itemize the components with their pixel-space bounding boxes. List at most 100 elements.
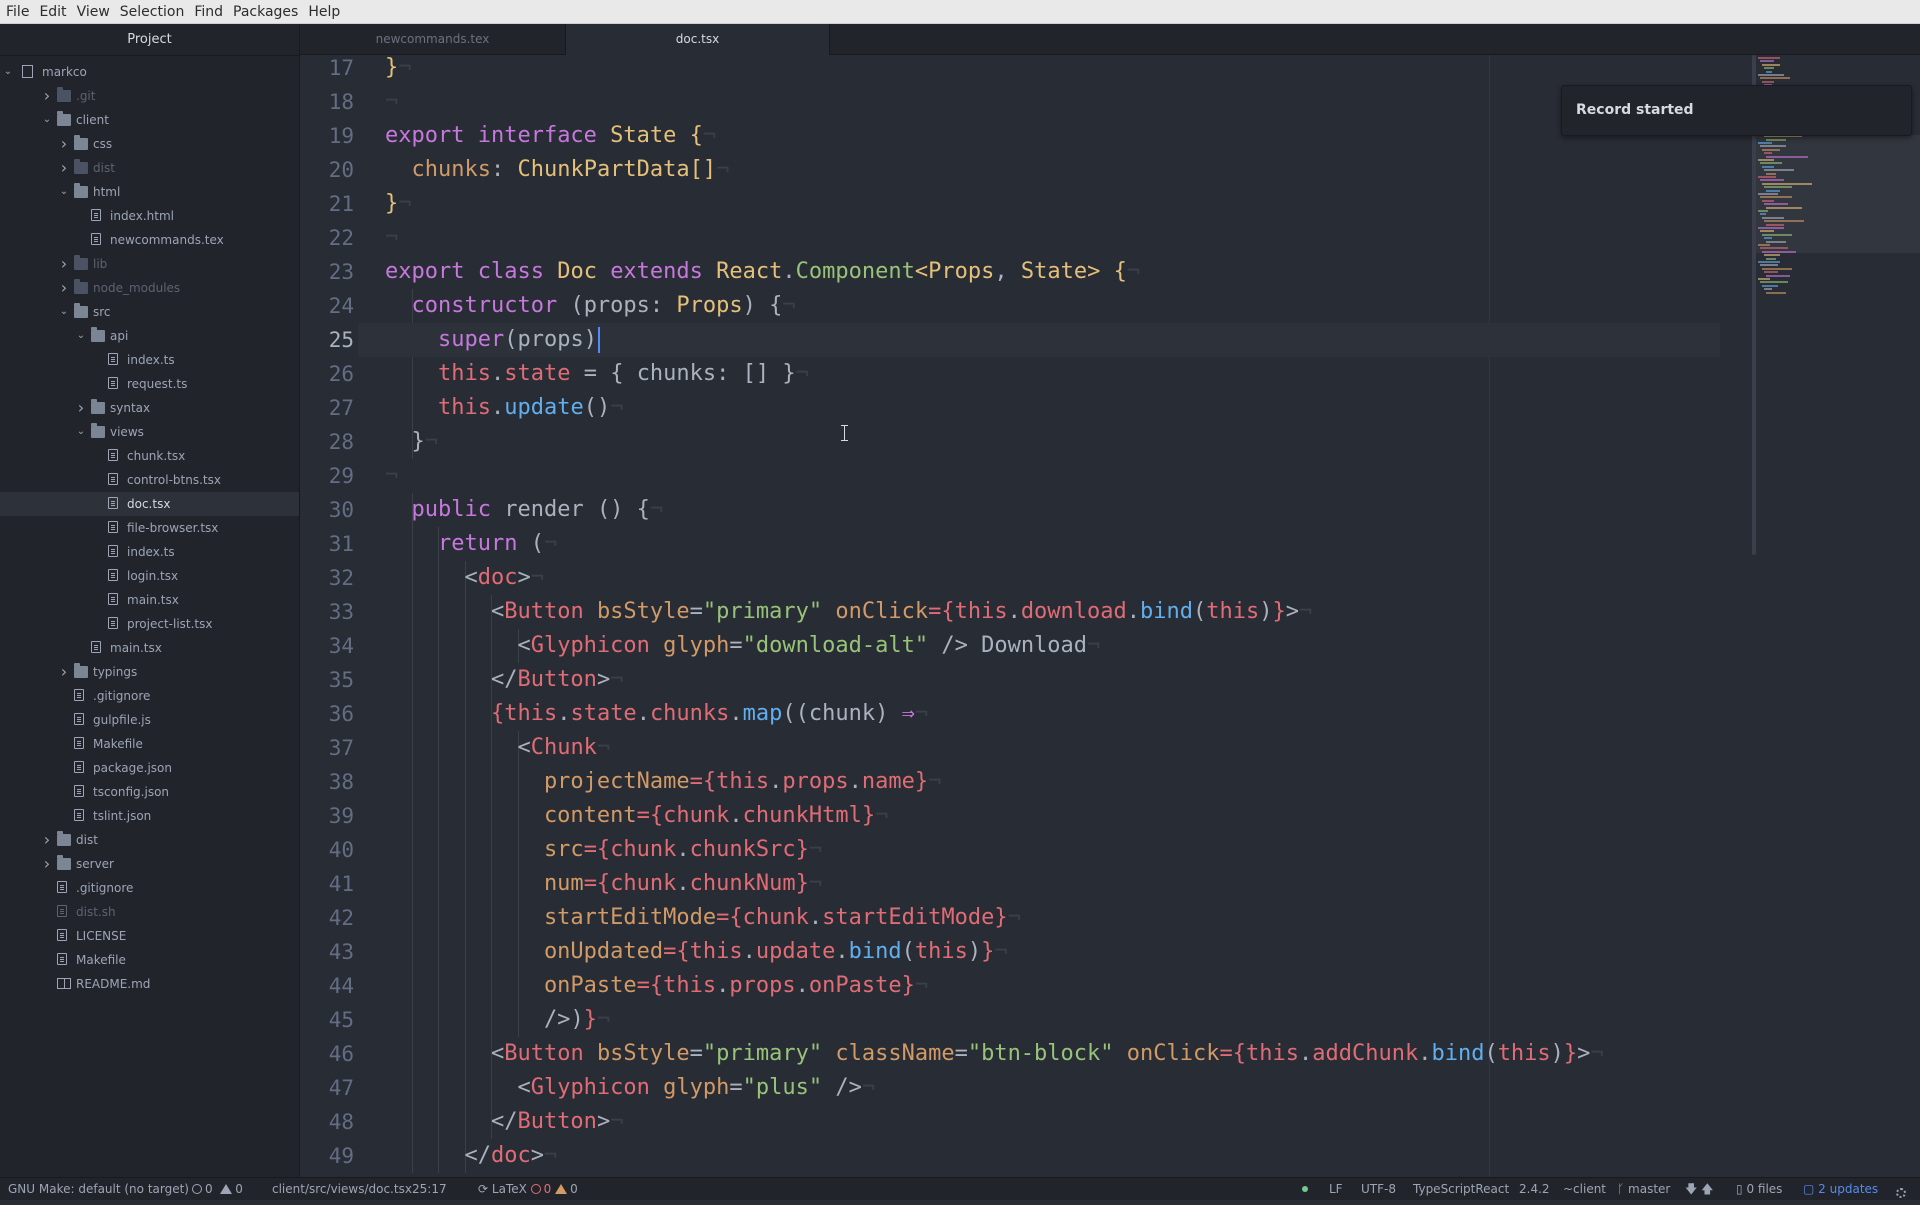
tree-item[interactable]: ⌄ client — [0, 108, 299, 132]
code-line[interactable]: content={chunk.chunkHtml}¬ — [385, 799, 888, 833]
line-number[interactable]: 25 — [300, 323, 354, 357]
line-number[interactable]: 47 — [300, 1071, 354, 1105]
fetch-arrows[interactable]: 🡇 🡅 — [1685, 1178, 1714, 1200]
code-line[interactable]: constructor (props: Props) {¬ — [385, 289, 795, 323]
tree-item[interactable]: .gitignore — [0, 876, 299, 900]
code-line[interactable]: <Chunk¬ — [385, 731, 610, 765]
tree-item[interactable]: Makefile — [0, 948, 299, 972]
code-line[interactable]: src={chunk.chunkSrc}¬ — [385, 833, 822, 867]
tree-item[interactable]: index.ts — [0, 348, 299, 372]
line-number[interactable]: 22 — [300, 221, 354, 255]
tree-item[interactable]: tsconfig.json — [0, 780, 299, 804]
tree-item[interactable]: README.md — [0, 972, 299, 996]
tree-item[interactable]: › syntax — [0, 396, 299, 420]
line-number[interactable]: 18 — [300, 85, 354, 119]
line-number[interactable]: 21 — [300, 187, 354, 221]
code-editor[interactable]: 17 18 19 20 21 22 23 24 25 26 27 28 29 30 31 32 33 34 35 36… — [300, 55, 1920, 1177]
line-number[interactable]: 17 — [300, 55, 354, 85]
code-line[interactable]: super(props) — [385, 323, 597, 357]
code-line[interactable]: export interface State {¬ — [385, 119, 716, 153]
code-line[interactable]: </doc>¬ — [385, 1139, 557, 1173]
tree-item[interactable]: index.ts — [0, 540, 299, 564]
chevron-right-icon[interactable]: › — [58, 132, 70, 156]
line-number[interactable]: 49 — [300, 1139, 354, 1173]
tree-item[interactable]: › dist — [0, 156, 299, 180]
line-number[interactable]: 27 — [300, 391, 354, 425]
line-number[interactable]: 33 — [300, 595, 354, 629]
code-line[interactable]: <Glyphicon glyph="plus" />¬ — [385, 1071, 875, 1105]
code-line[interactable]: chunks: ChunkPartData[]¬ — [385, 153, 729, 187]
menu-packages[interactable]: Packages — [228, 0, 303, 24]
code-line[interactable]: {this.state.chunks.map((chunk) ⇒¬ — [385, 697, 928, 731]
tree-item[interactable]: newcommands.tex — [0, 228, 299, 252]
chevron-down-icon[interactable]: ⌄ — [75, 324, 87, 348]
line-number[interactable]: 23 — [300, 255, 354, 289]
cursor-position[interactable]: 25:17 — [412, 1178, 447, 1200]
tree-item[interactable]: › .git — [0, 84, 299, 108]
code-line[interactable]: />)}¬ — [385, 1003, 610, 1037]
tree-item[interactable]: chunk.tsx — [0, 444, 299, 468]
line-number[interactable]: 20 — [300, 153, 354, 187]
tree-item[interactable]: dist.sh — [0, 900, 299, 924]
line-number[interactable]: 26 — [300, 357, 354, 391]
tree-item[interactable]: tslint.json — [0, 804, 299, 828]
latex-status[interactable]: ⟳ LaTeX 0 0 — [478, 1178, 578, 1200]
code-line[interactable]: public render () {¬ — [385, 493, 663, 527]
code-line[interactable]: export class Doc extends React.Component… — [385, 255, 1140, 289]
tree-item[interactable]: › server — [0, 852, 299, 876]
code-line[interactable]: <doc>¬ — [385, 561, 544, 595]
line-number[interactable]: 44 — [300, 969, 354, 1003]
chevron-right-icon[interactable]: › — [58, 660, 70, 684]
line-number[interactable]: 28 — [300, 425, 354, 459]
code-line[interactable]: projectName={this.props.name}¬ — [385, 765, 941, 799]
line-number[interactable]: 42 — [300, 901, 354, 935]
typescript-version[interactable]: 2.4.2 — [1519, 1178, 1550, 1200]
chevron-down-icon[interactable]: ⌄ — [58, 180, 70, 204]
tree-item[interactable]: main.tsx — [0, 588, 299, 612]
tab-newcommands-tex[interactable]: newcommands.tex — [300, 24, 566, 55]
tree-item[interactable]: file-browser.tsx — [0, 516, 299, 540]
code-line[interactable]: onPaste={this.props.onPaste}¬ — [385, 969, 928, 1003]
code-line[interactable]: this.state = { chunks: [] }¬ — [385, 357, 809, 391]
encoding-selector[interactable]: UTF-8 — [1361, 1178, 1396, 1200]
git-branch[interactable]: ᚴ master — [1617, 1178, 1670, 1200]
tree-item[interactable]: ⌄ views — [0, 420, 299, 444]
menu-find[interactable]: Find — [189, 0, 228, 24]
line-number[interactable]: 29 — [300, 459, 354, 493]
tree-item[interactable]: index.html — [0, 204, 299, 228]
code-line[interactable]: num={chunk.chunkNum}¬ — [385, 867, 822, 901]
code-line[interactable]: }¬ — [385, 55, 412, 85]
line-number[interactable]: 40 — [300, 833, 354, 867]
notification-toast[interactable]: Record started — [1561, 85, 1912, 136]
menu-view[interactable]: View — [72, 0, 115, 24]
line-number[interactable]: 34 — [300, 629, 354, 663]
tree-item[interactable]: › node_modules — [0, 276, 299, 300]
tree-item[interactable]: package.json — [0, 756, 299, 780]
menu-edit[interactable]: Edit — [34, 0, 71, 24]
line-number[interactable]: 31 — [300, 527, 354, 561]
tab-doc-tsx[interactable]: doc.tsx — [566, 24, 830, 56]
chevron-down-icon[interactable]: ⌄ — [2, 60, 14, 84]
chevron-down-icon[interactable]: ⌄ — [75, 420, 87, 444]
project-name[interactable]: ~client — [1563, 1178, 1606, 1200]
tree-item[interactable]: ⌄ src — [0, 300, 299, 324]
code-line[interactable]: onUpdated={this.update.bind(this)}¬ — [385, 935, 1008, 969]
line-number[interactable]: 48 — [300, 1105, 354, 1139]
make-target-status[interactable]: GNU Make: default (no target) — [8, 1178, 189, 1200]
chevron-down-icon[interactable]: ⌄ — [41, 108, 53, 132]
line-number[interactable]: 30 — [300, 493, 354, 527]
line-number[interactable]: 43 — [300, 935, 354, 969]
line-number[interactable]: 24 — [300, 289, 354, 323]
code-line[interactable]: <Button bsStyle="primary" onClick={this.… — [385, 595, 1312, 629]
tree-item[interactable]: request.ts — [0, 372, 299, 396]
menu-file[interactable]: File — [0, 0, 34, 24]
tree-item[interactable]: ⌄ markco — [0, 60, 299, 84]
chevron-right-icon[interactable]: › — [58, 156, 70, 180]
code-line[interactable]: startEditMode={chunk.startEditMode}¬ — [385, 901, 1021, 935]
tree-item[interactable]: › typings — [0, 660, 299, 684]
menu-help[interactable]: Help — [303, 0, 345, 24]
github-files[interactable]: ▯ 0 files — [1736, 1178, 1782, 1200]
tree-item[interactable]: Makefile — [0, 732, 299, 756]
grammar-selector[interactable]: TypeScriptReact — [1413, 1178, 1509, 1200]
tree-item[interactable]: ⌄ api — [0, 324, 299, 348]
